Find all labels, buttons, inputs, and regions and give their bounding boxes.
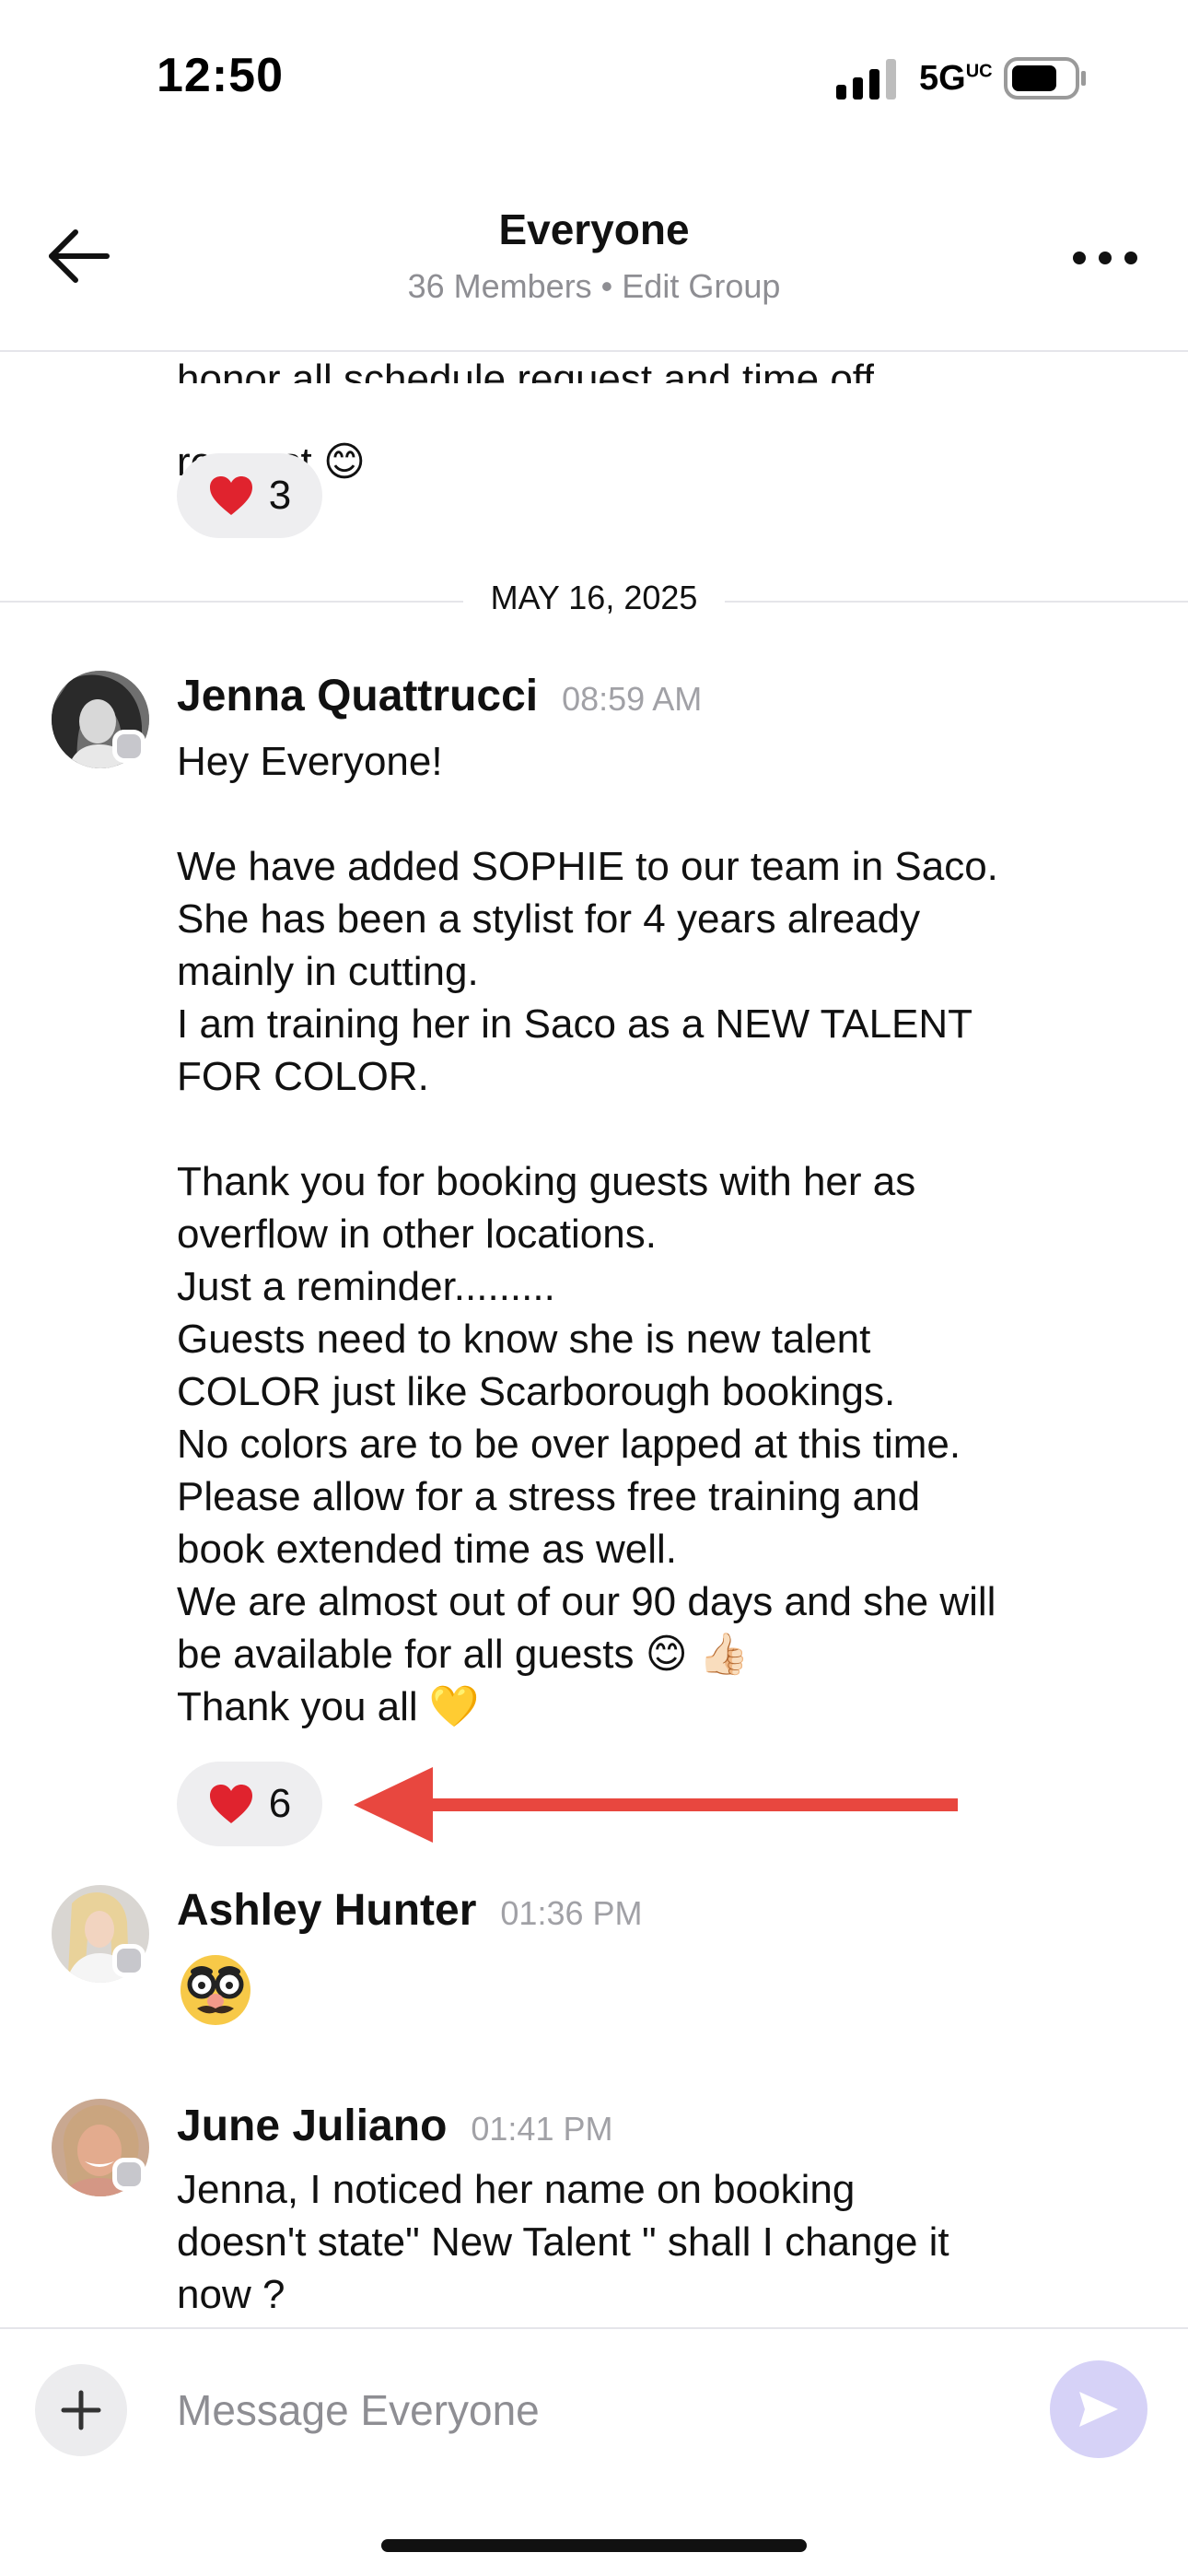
- send-button[interactable]: [1050, 2360, 1147, 2458]
- battery-icon: [1004, 57, 1086, 100]
- date-divider: MAY 16, 2025: [0, 579, 1188, 617]
- heart-icon: [209, 476, 252, 515]
- heart-icon: [209, 1785, 252, 1823]
- reaction-heart-pill[interactable]: 3: [177, 453, 322, 538]
- presence-indicator: [112, 2158, 146, 2191]
- sender-name[interactable]: Jenna Quattrucci: [177, 671, 538, 721]
- message-time: 01:41 PM: [471, 2110, 613, 2148]
- reaction-count: 3: [268, 473, 292, 518]
- ellipsis-icon: [1073, 252, 1137, 264]
- add-attachment-button[interactable]: [35, 2364, 127, 2456]
- network-type-label: 5GUC: [919, 59, 993, 99]
- send-icon: [1079, 2392, 1118, 2427]
- message-input[interactable]: [177, 2375, 1006, 2445]
- message-time: 08:59 AM: [562, 680, 703, 718]
- plus-icon: [61, 2390, 101, 2430]
- message-text: Jenna, I noticed her name on booking doe…: [177, 2167, 949, 2317]
- composer-divider: [0, 2327, 1188, 2329]
- group-subtitle[interactable]: 36 Members • Edit Group: [0, 267, 1188, 306]
- home-indicator: [381, 2539, 807, 2552]
- reaction-heart-pill[interactable]: 6: [177, 1762, 322, 1846]
- group-title: Everyone: [498, 205, 690, 253]
- sender-name[interactable]: Ashley Hunter: [177, 1885, 476, 1936]
- message-text: Hey Everyone! We have added SOPHIE to ou…: [177, 739, 998, 1729]
- disguised-face-icon: [181, 1955, 250, 2025]
- reaction-count: 6: [268, 1781, 292, 1826]
- annotation-arrow-icon: [354, 1767, 958, 1843]
- network-type: 5G: [919, 59, 966, 98]
- cellular-signal-icon: [836, 59, 896, 100]
- more-options-button[interactable]: [1059, 230, 1151, 286]
- message-header: Ashley Hunter 01:36 PM: [177, 1885, 643, 1936]
- network-type-sup: UC: [965, 61, 993, 82]
- message-emoji: [177, 1951, 254, 2033]
- message-header: Jenna Quattrucci 08:59 AM: [177, 671, 702, 721]
- date-label: MAY 16, 2025: [462, 579, 726, 617]
- sender-name[interactable]: June Juliano: [177, 2101, 447, 2151]
- message-header: June Juliano 01:41 PM: [177, 2101, 612, 2151]
- presence-indicator: [112, 730, 146, 763]
- presence-indicator: [112, 1944, 146, 1977]
- message-line-cut: honor all schedule request and time off: [177, 357, 875, 383]
- message-time: 01:36 PM: [500, 1894, 643, 1932]
- header-divider: [0, 350, 1188, 352]
- status-time: 12:50: [157, 49, 284, 102]
